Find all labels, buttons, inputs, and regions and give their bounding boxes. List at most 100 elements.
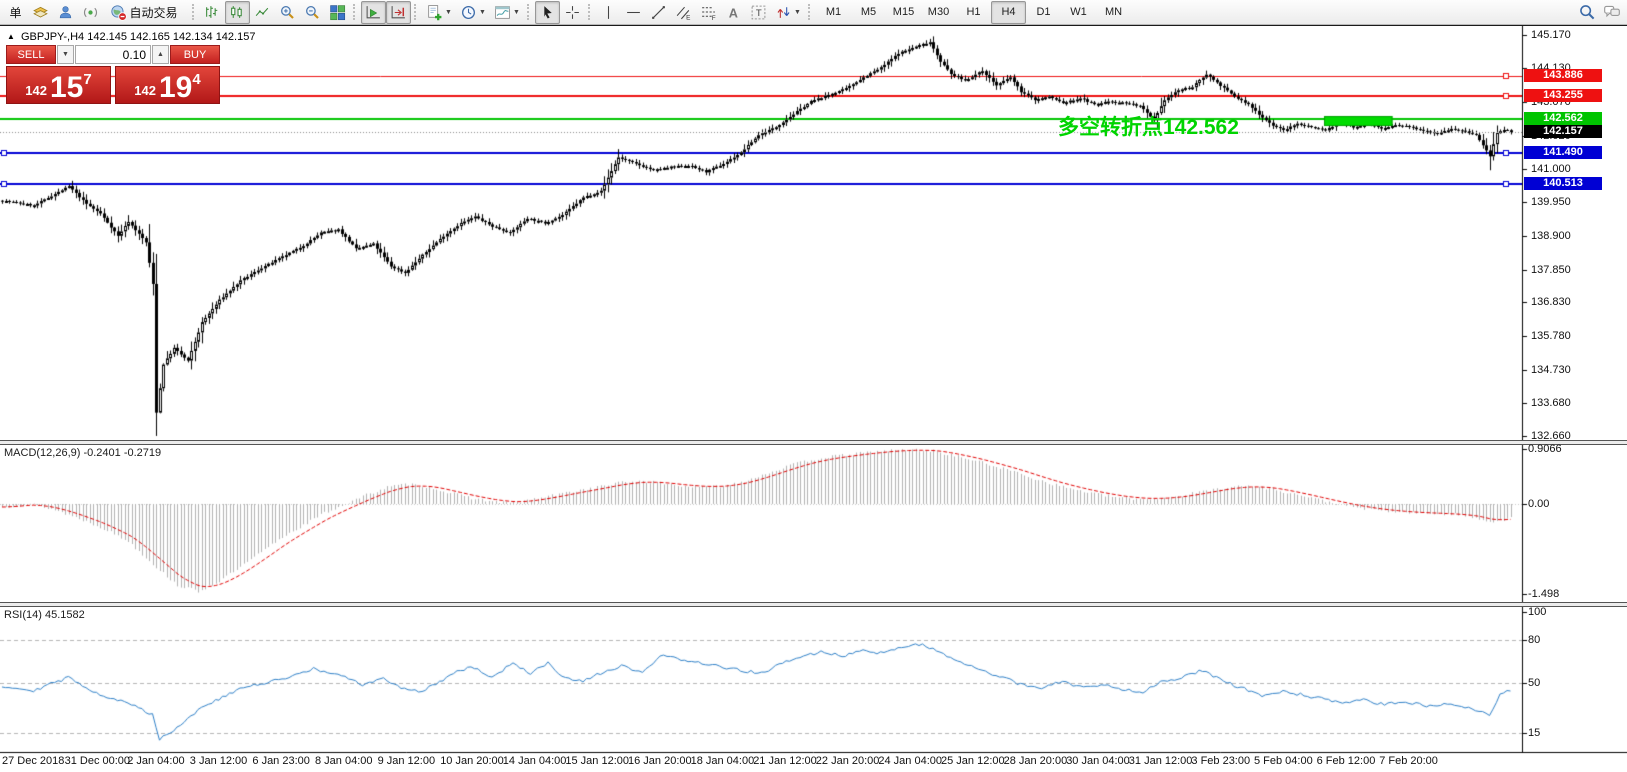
toolbar-grip <box>588 4 593 20</box>
zoom-out-icon <box>304 4 321 21</box>
equidistant-channel-icon: E <box>675 4 692 21</box>
price-axis-tick: 139.950 <box>1531 196 1571 208</box>
text-button[interactable]: A <box>721 1 746 24</box>
sell-price-pip: 7 <box>83 71 91 88</box>
timeframe-h4[interactable]: H4 <box>991 1 1026 24</box>
navigator-button[interactable] <box>78 1 103 24</box>
search-button[interactable] <box>1574 1 1599 24</box>
timeframe-w1[interactable]: W1 <box>1061 1 1096 24</box>
text-icon: A <box>725 4 742 21</box>
macd-panel-splitter[interactable] <box>0 440 1627 445</box>
price-axis-tick: 137.850 <box>1531 264 1571 276</box>
timeframe-m15[interactable]: M15 <box>886 1 921 24</box>
new-order-label: 单 <box>9 4 21 21</box>
svg-text:T: T <box>756 8 762 19</box>
collapse-triangle-icon[interactable]: ▲ <box>7 32 15 41</box>
autotrading-icon <box>110 4 127 21</box>
chat-button[interactable] <box>1599 1 1624 24</box>
candlestick-chart-button[interactable] <box>225 1 250 24</box>
macd-axis-tick: 0.00 <box>1528 498 1549 510</box>
zoom-in-icon <box>279 4 296 21</box>
toolbar-right-group <box>1574 1 1624 24</box>
caret-down-icon[interactable]: ▼ <box>479 9 486 16</box>
time-axis-label: 6 Feb 12:00 <box>1317 755 1376 767</box>
price-axis-tick: 138.900 <box>1531 230 1571 242</box>
caret-down-icon[interactable]: ▼ <box>513 9 520 16</box>
current-price-badge: 142.157 <box>1524 125 1602 138</box>
horizontal-line-button[interactable] <box>621 1 646 24</box>
sell-price-box[interactable]: 142 15 7 <box>6 66 111 104</box>
buy-button[interactable]: BUY <box>170 45 220 64</box>
autotrading-button[interactable]: 自动交易 <box>103 1 189 24</box>
time-axis-label: 31 Jan 12:00 <box>1129 755 1193 767</box>
timeframe-m30[interactable]: M30 <box>921 1 956 24</box>
rsi-panel-splitter[interactable] <box>0 602 1627 607</box>
market-watch-button[interactable] <box>53 1 78 24</box>
price-axis-tick: 133.680 <box>1531 397 1571 409</box>
price-line-badge: 143.886 <box>1524 69 1602 82</box>
time-axis-label: 18 Jan 04:00 <box>691 755 755 767</box>
toolbar-grip <box>353 4 358 20</box>
tile-windows-button[interactable] <box>325 1 350 24</box>
text-label-button[interactable]: T <box>746 1 771 24</box>
volume-input[interactable] <box>75 45 151 64</box>
periods-icon <box>460 4 477 21</box>
journal-icon <box>32 4 49 21</box>
journal-button[interactable] <box>28 1 53 24</box>
fibonacci-icon: F <box>700 4 717 21</box>
pivot-annotation: 多空转折点142.562 <box>1058 116 1239 139</box>
spin-up-icon: ▲ <box>157 51 164 58</box>
equidistant-channel-button[interactable]: E <box>671 1 696 24</box>
time-axis-label: 28 Jan 20:00 <box>1004 755 1068 767</box>
arrows-button[interactable]: ▼ <box>771 1 805 24</box>
time-axis-label: 21 Jan 12:00 <box>753 755 817 767</box>
indicators-button[interactable]: ▼ <box>422 1 456 24</box>
zoom-in-button[interactable] <box>275 1 300 24</box>
time-axis-label: 6 Jan 23:00 <box>252 755 310 767</box>
toolbar-grip <box>192 4 197 20</box>
volume-increase-button[interactable]: ▲ <box>152 45 169 64</box>
timeframe-mn[interactable]: MN <box>1096 1 1131 24</box>
buy-price-box[interactable]: 142 19 4 <box>115 66 220 104</box>
buy-price-big: 19 <box>159 74 192 101</box>
templates-button[interactable]: ▼ <box>490 1 524 24</box>
caret-down-icon[interactable]: ▼ <box>445 9 452 16</box>
cursor-button[interactable] <box>535 1 560 24</box>
timeframe-h1[interactable]: H1 <box>956 1 991 24</box>
periods-button[interactable]: ▼ <box>456 1 490 24</box>
trendline-button[interactable] <box>646 1 671 24</box>
vertical-line-button[interactable] <box>596 1 621 24</box>
chart-shift-button[interactable] <box>386 1 411 24</box>
price-axis-tick: 145.170 <box>1531 29 1571 41</box>
vertical-line-icon <box>600 4 617 21</box>
new-order-button[interactable]: 单 <box>3 1 28 24</box>
volume-decrease-button[interactable]: ▼ <box>57 45 74 64</box>
bar-chart-button[interactable] <box>200 1 225 24</box>
price-axis-tick: 135.780 <box>1531 330 1571 342</box>
time-axis-label: 10 Jan 20:00 <box>440 755 504 767</box>
price-chart-canvas[interactable] <box>0 26 1627 772</box>
line-chart-button[interactable] <box>250 1 275 24</box>
fibonacci-button[interactable]: F <box>696 1 721 24</box>
macd-axis-tick: -1.498 <box>1528 588 1559 600</box>
sell-button[interactable]: SELL <box>6 45 56 64</box>
timeframe-d1[interactable]: D1 <box>1026 1 1061 24</box>
rsi-axis-tick: 100 <box>1528 606 1546 618</box>
price-line-badge: 142.562 <box>1524 112 1602 125</box>
auto-scroll-button[interactable] <box>361 1 386 24</box>
time-axis-label: 22 Jan 20:00 <box>816 755 880 767</box>
time-axis-label: 15 Jan 12:00 <box>565 755 629 767</box>
timeframe-m5[interactable]: M5 <box>851 1 886 24</box>
time-axis-label: 24 Jan 04:00 <box>878 755 942 767</box>
caret-down-icon[interactable]: ▼ <box>794 9 801 16</box>
svg-text:A: A <box>729 5 738 20</box>
time-axis-label: 5 Feb 04:00 <box>1254 755 1313 767</box>
one-click-trading-panel: SELL ▼ ▲ BUY 142 15 7 142 19 4 <box>6 45 220 104</box>
time-axis-label: 27 Dec 2018 <box>2 755 64 767</box>
timeframe-m1[interactable]: M1 <box>816 1 851 24</box>
rsi-axis-tick: 50 <box>1528 677 1540 689</box>
crosshair-button[interactable] <box>560 1 585 24</box>
time-axis-label: 7 Feb 20:00 <box>1379 755 1438 767</box>
zoom-out-button[interactable] <box>300 1 325 24</box>
sell-price-prefix: 142 <box>25 83 47 98</box>
